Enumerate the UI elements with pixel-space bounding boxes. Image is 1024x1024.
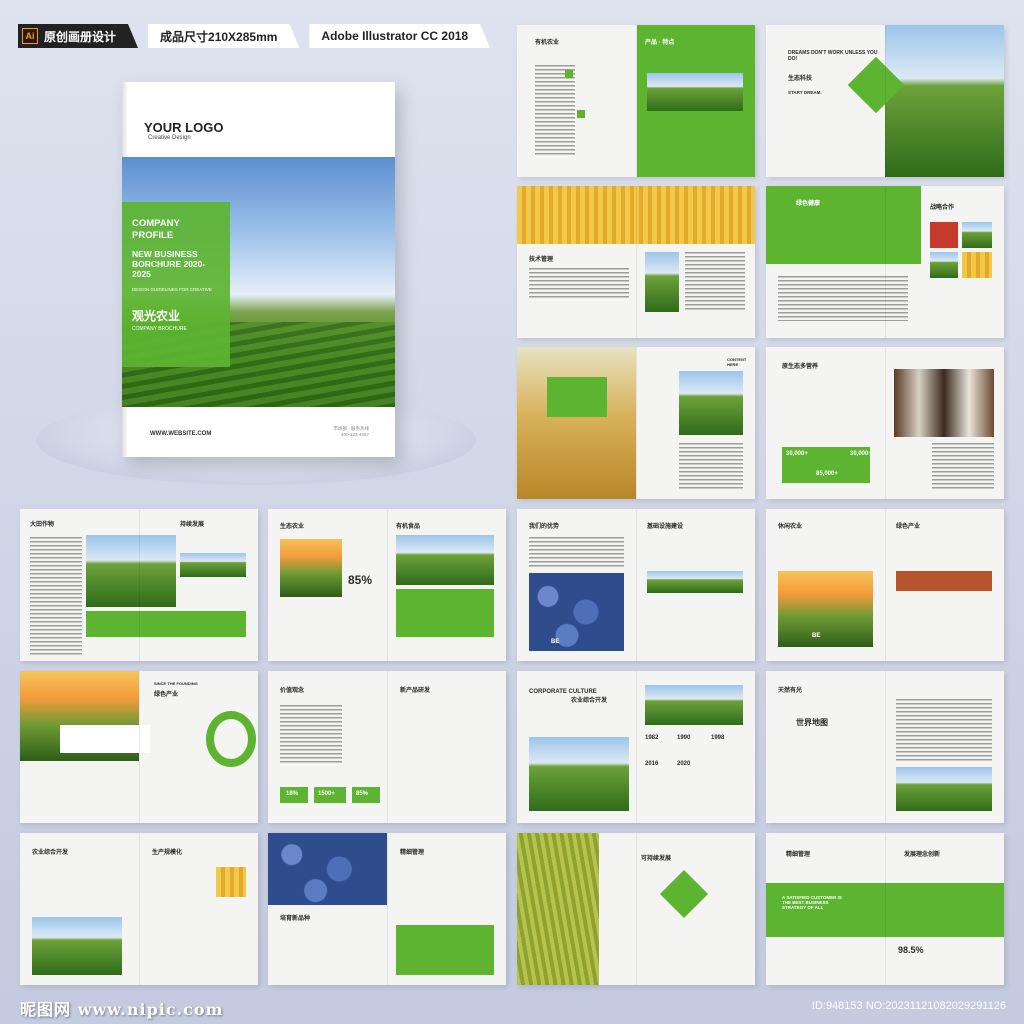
spread-12: 价值观念 18% 1500+ 85% 新产品研发 [268,671,506,823]
cover-cn-sub: COMPANY BROCHURE [132,326,187,333]
spread-6: 原生态多营养 30,000+ 30,000+ 85,000+ [766,347,1004,499]
harvester-machine [547,377,607,417]
cover-logo-sub: Creative Design [148,135,191,141]
cover-cn-title: 观光农业 [132,309,181,324]
spread-2: DREAMS DON'T WORK UNLESS YOU DO! 生态科技 ST… [766,25,1004,177]
spread-4: 绿色健康 战略合作 [766,186,1004,338]
top-tags: Ai 原创画册设计 成品尺寸210X285mm Adobe Illustrato… [18,24,490,48]
green-strip [86,611,246,637]
green-band [766,883,1004,937]
tag-software: Adobe Illustrator CC 2018 [309,24,490,48]
tag-original-design: Ai 原创画册设计 [18,24,138,48]
spread-5: CONTENT HERE [517,347,755,499]
corn-field-photo [885,25,1004,177]
cover-logo: YOUR LOGO [144,120,224,135]
spread-16: 培育新品种 精细管理 [268,833,506,985]
farm-photo [647,73,743,111]
spread-8: 生态农业 85% 有机食品 [268,509,506,661]
corn-photo [517,186,755,244]
spread-15: 农业综合开发 生产规模化 [20,833,258,985]
cover-contact: 市场部 · 服务热线 400-123-4567 [333,425,370,438]
site-watermark: 昵图网 www.nipic.com [20,1000,224,1019]
tag-size: 成品尺寸210X285mm [148,24,299,48]
green-banner [766,186,921,264]
cattle-photo [894,369,994,437]
spread-7: 大田作物 持续发展 [20,509,258,661]
spread-11: SINCE THE FOUNDING 绿色产业 [20,671,258,823]
cover-title1: COMPANY PROFILE [132,218,180,241]
spread-10: 休闲农业 BE 绿色产业 [766,509,1004,661]
spread-9: 我们的优势 BE 基础设施建设 [517,509,755,661]
spread-3: 技术管理 [517,186,755,338]
illustrator-icon: Ai [22,28,38,44]
spread-13: CORPORATE CULTURE 农业综合开发 1982 1990 1998 … [517,671,755,823]
spread-1: 有机农业 产品 · 特点 [517,25,755,177]
brochure-cover: YOUR LOGO Creative Design COMPANY PROFIL… [122,82,395,457]
cover-website: WWW.WEBSITE.COM [150,431,212,437]
timeline-node [565,70,573,78]
spread-17: 可持续发展 [517,833,755,985]
cover-title2: NEW BUSINESS BORCHURE 2020-2025 [132,248,206,280]
cover-small-text: DESIGN GUIDELINES FOR CREATIVE [132,287,212,293]
clover-diagram [659,869,709,919]
timeline-node [577,110,585,118]
spread-14: 天然有光 世界地图 [766,671,1004,823]
image-id-label: ID:948153 NO:20231121082029291126 [811,1000,1006,1012]
harvester-photo [517,347,636,499]
ring-chart [206,711,256,767]
strawberry-photo [930,222,958,248]
spread-18: 精细管理 发展理念创新 A SATISFIED CUSTOMER IS THE … [766,833,1004,985]
cover-title-panel: COMPANY PROFILE NEW BUSINESS BORCHURE 20… [122,202,230,367]
